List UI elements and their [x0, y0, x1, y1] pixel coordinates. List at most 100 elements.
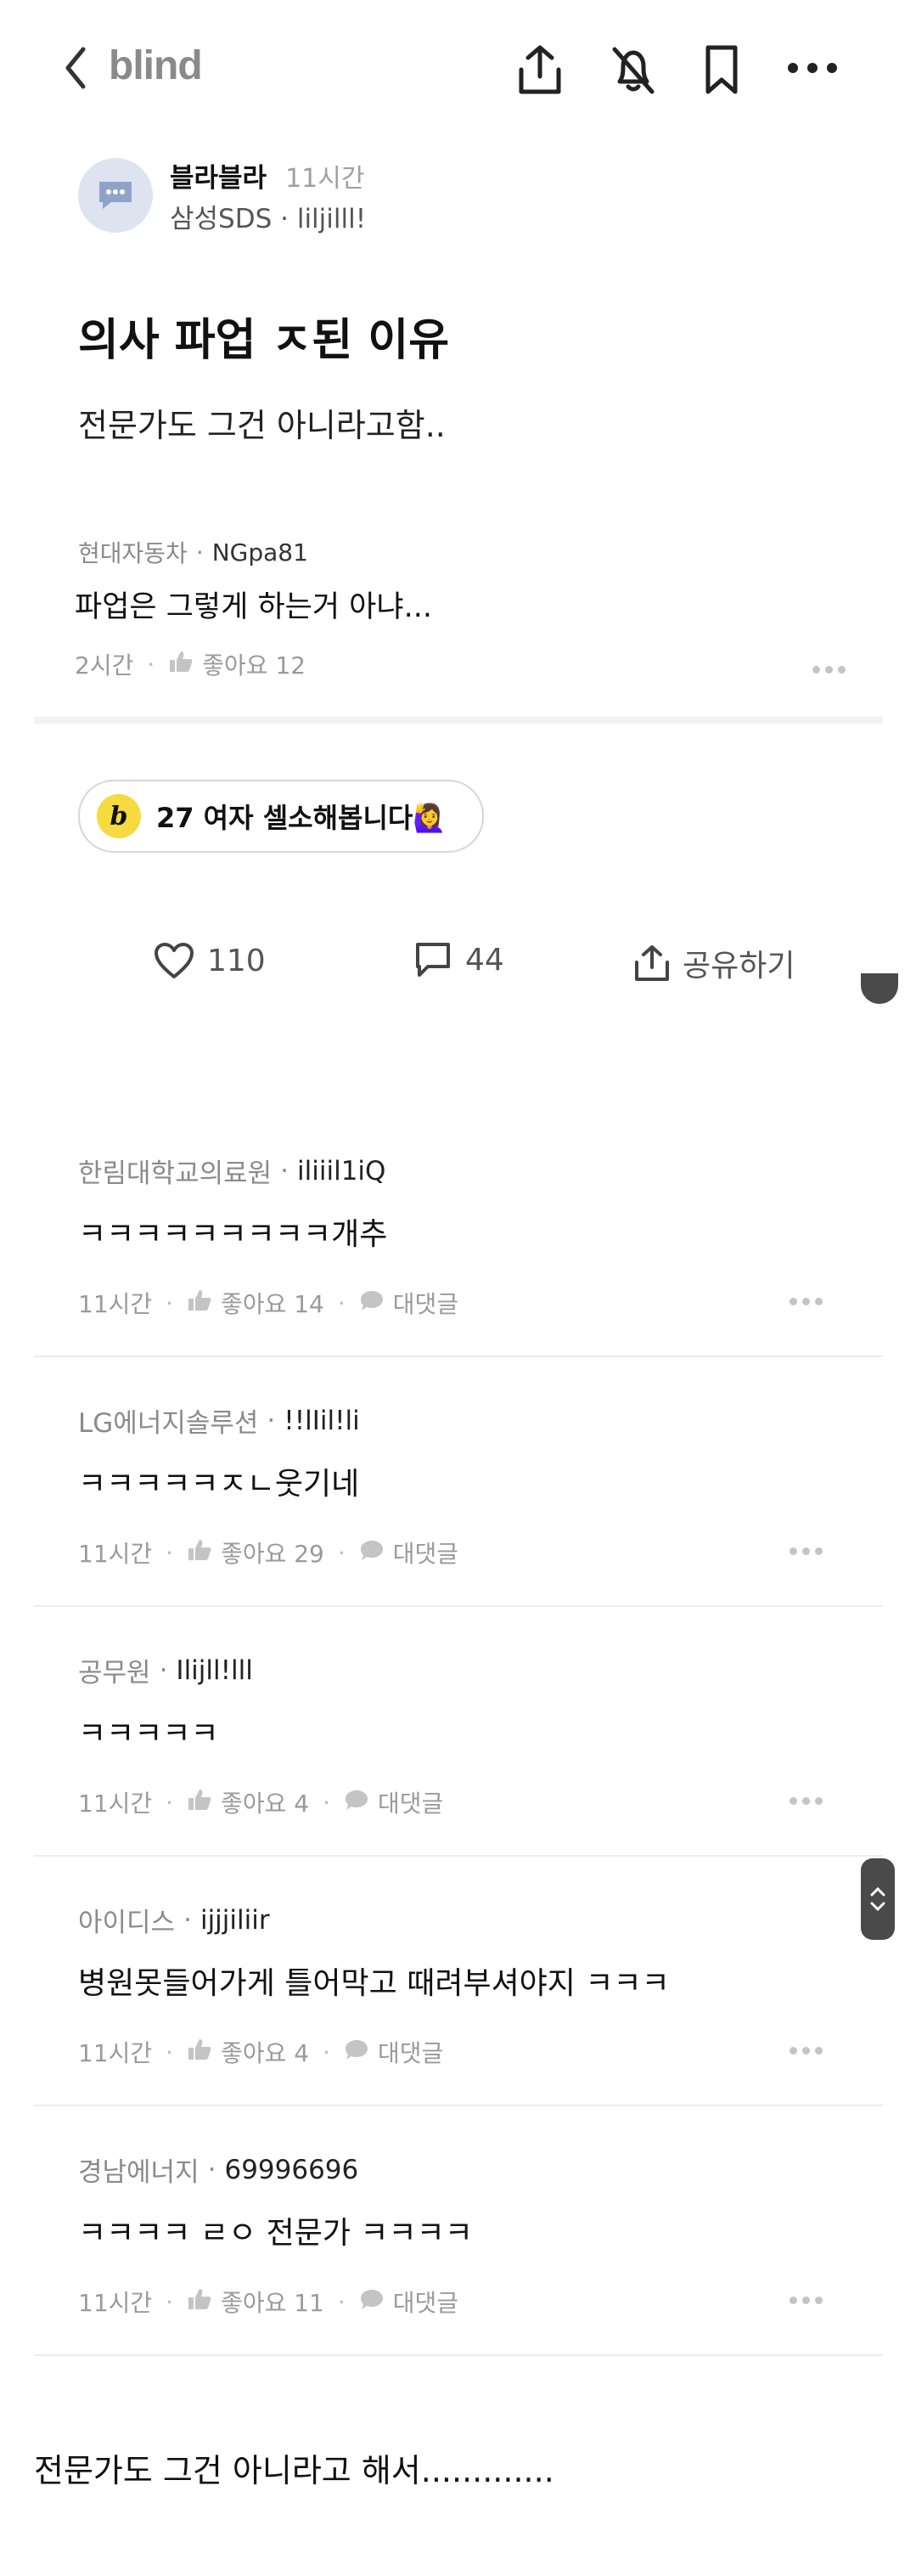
- quoted-comment-meta: 2시간 · 좋아요 12: [75, 647, 306, 681]
- post-time: 11시간: [285, 164, 365, 194]
- comment-time: 11시간: [78, 2039, 153, 2067]
- reply-button[interactable]: 대댓글: [393, 2285, 458, 2319]
- like-button[interactable]: 110: [153, 941, 266, 980]
- like-button[interactable]: 좋아요 14: [221, 1286, 324, 1320]
- like-count: 110: [207, 943, 266, 978]
- reply-icon: [344, 1788, 369, 1818]
- reply-icon: [359, 1538, 385, 1568]
- comment-divider: [34, 2354, 883, 2356]
- comment-author: 공무원 · Ilijll!lll: [78, 1651, 253, 1689]
- scroll-handle-partial[interactable]: [861, 973, 898, 1004]
- more-icon[interactable]: [790, 1797, 823, 1805]
- promo-pill[interactable]: b 27 여자 셀소해봅니다🙋‍♀️: [78, 780, 484, 853]
- author-name[interactable]: 블라블라: [170, 156, 267, 194]
- comment-company: 한림대학교의료원: [78, 1158, 273, 1189]
- comment-time: 11시간: [78, 1790, 153, 1818]
- like-button[interactable]: 좋아요 4: [221, 1785, 309, 1819]
- comment-nick: !!lIil!li: [284, 1405, 360, 1436]
- section-divider: [34, 717, 883, 724]
- more-icon[interactable]: [786, 61, 839, 75]
- comment-company: 경남에너지: [78, 2157, 199, 2188]
- comment-time: 11시간: [78, 1290, 153, 1318]
- separator: ·: [159, 1654, 168, 1686]
- share-icon: [635, 945, 669, 981]
- comment-text[interactable]: ㅋㅋㅋㅋ ㄹㅇ 전문가 ㅋㅋㅋㅋ: [78, 2208, 473, 2252]
- comment-meta: 11시간 · 좋아요 14 · 대댓글: [78, 1286, 458, 1320]
- thumb-up-icon: [187, 1788, 212, 1818]
- comment-company: 아이디스: [78, 1908, 176, 1938]
- separator: ·: [337, 2287, 346, 2316]
- post-body: 전문가도 그건 아니라고함..: [78, 407, 446, 444]
- comment-meta: 11시간 · 좋아요 11 · 대댓글: [78, 2285, 458, 2319]
- like-button[interactable]: 좋아요 29: [221, 1536, 324, 1570]
- bottom-caption: 전문가도 그건 아니라고 해서.............: [34, 2452, 554, 2489]
- comment-meta: 11시간 · 좋아요 4 · 대댓글: [78, 2035, 443, 2069]
- comment-divider: [34, 2105, 883, 2106]
- comment-author: 경남에너지 · 69996696: [78, 2150, 358, 2189]
- like-button[interactable]: 좋아요 11: [221, 2285, 324, 2319]
- comment-text[interactable]: ㅋㅋㅋㅋㅋ: [78, 1709, 219, 1753]
- separator: ·: [337, 1288, 346, 1317]
- bookmark-icon[interactable]: [701, 44, 742, 95]
- more-icon[interactable]: [790, 1298, 823, 1305]
- comment-company: 공무원: [78, 1658, 151, 1688]
- quoted-likes[interactable]: 좋아요 12: [202, 647, 306, 681]
- comment-nick: ijjjiliir: [199, 1904, 270, 1936]
- separator: ·: [166, 1788, 174, 1817]
- separator: ·: [166, 1538, 174, 1567]
- separator: ·: [183, 1904, 192, 1936]
- comment-nick: Ilijll!lll: [176, 1654, 253, 1686]
- thumb-up-icon: [168, 650, 194, 679]
- chevron-up-icon: [870, 1886, 885, 1897]
- back-icon[interactable]: [63, 44, 88, 92]
- quoted-nick: NGpa81: [211, 538, 308, 566]
- blind-logo: blind: [109, 43, 203, 88]
- avatar[interactable]: [78, 158, 153, 233]
- share-button[interactable]: 공유하기: [633, 941, 795, 985]
- reply-icon: [359, 2287, 385, 2317]
- comment-text[interactable]: 병원못들어가게 틀어막고 때려부셔야지 ㅋㅋㅋ: [78, 1959, 670, 2003]
- quoted-comment-text[interactable]: 파업은 그렇게 하는거 아냐...: [75, 583, 432, 626]
- comment-button[interactable]: 44: [414, 941, 504, 978]
- separator: ·: [166, 2287, 174, 2316]
- comment-author: 아이디스 · ijjjiliir: [78, 1901, 270, 1939]
- reply-button[interactable]: 대댓글: [393, 1286, 458, 1320]
- thumb-up-icon: [187, 2287, 212, 2317]
- chevron-down-icon: [870, 1902, 885, 1912]
- more-icon[interactable]: [790, 2047, 823, 2055]
- comment-author: 한림대학교의료원 · iliiil1iQ: [78, 1152, 385, 1190]
- quoted-comment-author: 현대자동차 · NGpa81: [78, 535, 308, 569]
- comment-text[interactable]: ㅋㅋㅋㅋㅋㅈㄴ웃기네: [78, 1459, 359, 1503]
- separator: ·: [323, 1788, 330, 1817]
- reply-button[interactable]: 대댓글: [393, 1536, 458, 1570]
- separator: ·: [147, 650, 155, 679]
- reply-button[interactable]: 대댓글: [378, 2035, 443, 2069]
- more-icon[interactable]: [790, 1547, 823, 1555]
- separator: ·: [323, 2038, 330, 2066]
- chat-bubble-icon: [99, 182, 132, 209]
- comment-company: LG에너지솔루션: [78, 1408, 259, 1439]
- reply-icon: [344, 2038, 369, 2067]
- share-icon[interactable]: [514, 42, 565, 97]
- scroll-indicator[interactable]: [861, 1858, 895, 1940]
- reply-button[interactable]: 대댓글: [378, 1785, 443, 1819]
- comment-nick: 69996696: [224, 2154, 359, 2185]
- more-icon[interactable]: [790, 2297, 823, 2304]
- comment-time: 11시간: [78, 2289, 153, 2317]
- more-icon[interactable]: [812, 666, 846, 674]
- comment-meta: 11시간 · 좋아요 29 · 대댓글: [78, 1536, 458, 1570]
- bell-off-icon[interactable]: [608, 42, 659, 97]
- comment-time: 11시간: [78, 1540, 153, 1568]
- like-button[interactable]: 좋아요 4: [221, 2035, 309, 2069]
- quoted-time: 2시간: [75, 651, 134, 679]
- reply-icon: [359, 1288, 385, 1318]
- comment-text[interactable]: ㅋㅋㅋㅋㅋㅋㅋㅋㅋ개추: [78, 1209, 387, 1254]
- thumb-up-icon: [187, 1538, 212, 1568]
- author-line: 블라블라 11시간: [170, 156, 364, 194]
- thumb-up-icon: [187, 2038, 212, 2067]
- separator: ·: [280, 1155, 289, 1187]
- separator: ·: [166, 2038, 174, 2066]
- author-company: 삼성SDS · liljilll!: [170, 204, 367, 234]
- comment-nick: iliiil1iQ: [297, 1155, 386, 1187]
- separator: ·: [337, 1538, 346, 1567]
